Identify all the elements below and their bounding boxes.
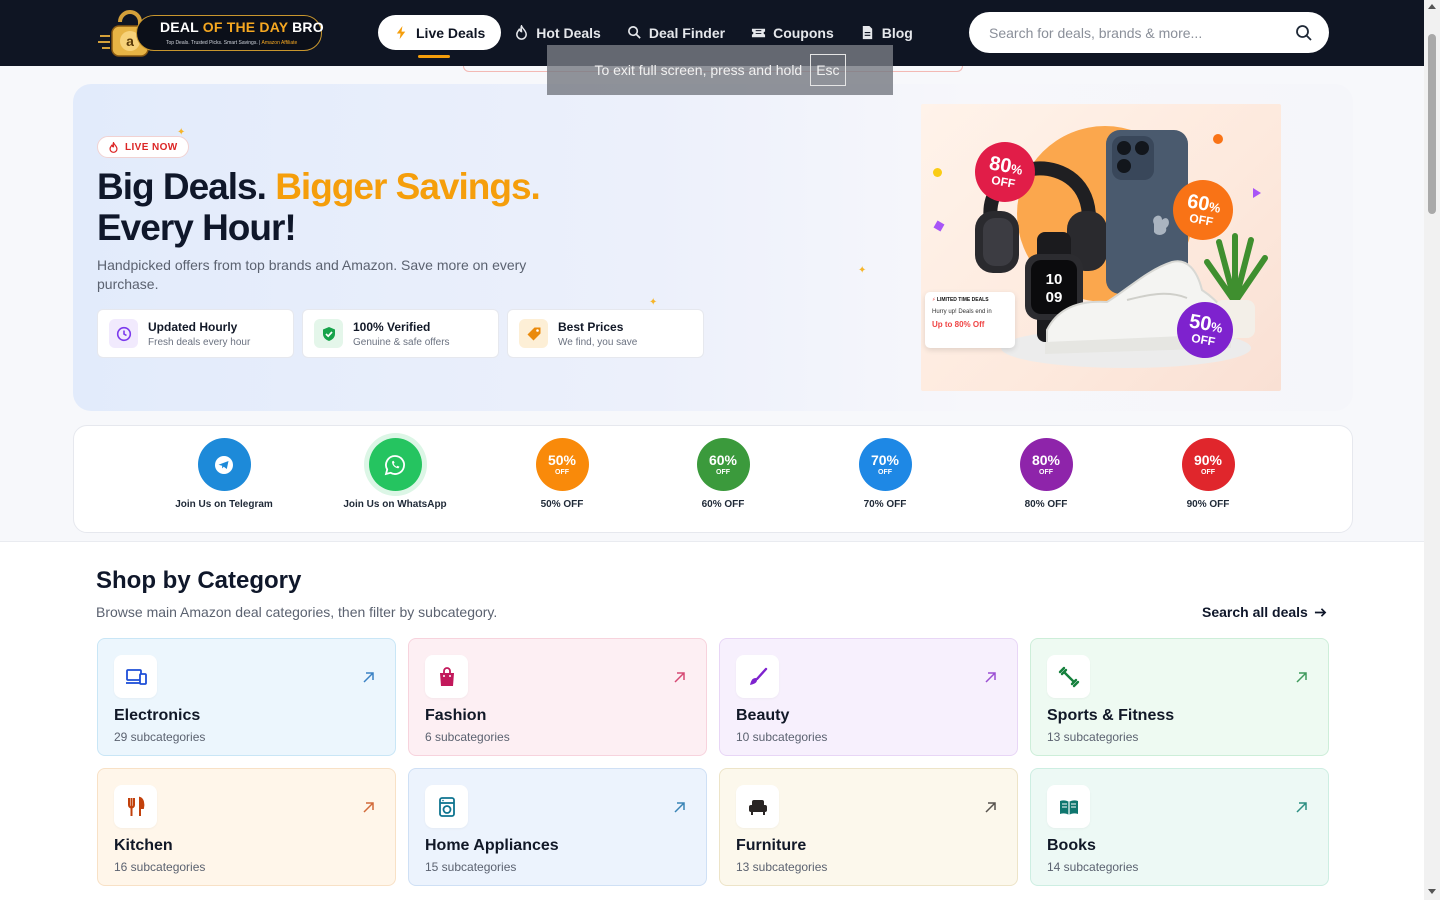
live-now-badge: LIVE NOW <box>97 136 189 158</box>
whatsapp-link[interactable]: Join Us on WhatsApp <box>340 438 450 511</box>
arrow-up-right-icon <box>363 672 374 683</box>
filter-50-off[interactable]: 50% OFF 50% OFF <box>507 438 617 511</box>
category-card-fashion[interactable]: Fashion 6 subcategories <box>408 638 707 756</box>
discount-badge: 50% OFF <box>535 438 589 491</box>
arrow-right-icon <box>1314 607 1327 617</box>
discount-badge: 80% OFF <box>1019 438 1073 491</box>
hero-banner: ✦ ✦ ✦ LIVE NOW Big Deals. Bigger Savings… <box>73 84 1353 411</box>
section-title: Shop by Category <box>96 567 302 594</box>
scrollbar-thumb[interactable] <box>1428 34 1436 214</box>
confetti-dot <box>933 168 942 177</box>
category-card-home-appliances[interactable]: Home Appliances 15 subcategories <box>408 768 707 886</box>
shopping-bag-icon <box>425 655 468 698</box>
esc-key-hint: Esc <box>810 54 846 86</box>
confetti-dot <box>933 220 945 232</box>
armchair-icon <box>736 785 779 828</box>
search-icon <box>627 26 641 39</box>
sparkle-icon: ✦ <box>858 265 867 276</box>
brush-icon <box>736 655 779 698</box>
quick-links-strip: Join Us on Telegram Join Us on WhatsApp … <box>73 425 1353 533</box>
arrow-up-right-icon <box>985 672 996 683</box>
page-scrollbar[interactable] <box>1424 0 1440 900</box>
scroll-down-arrow[interactable] <box>1428 889 1436 894</box>
clock-icon <box>109 319 138 348</box>
logo-tagline: Top Deals. Trusted Picks. Smart Savings.… <box>166 40 298 46</box>
feature-best-prices: Best Prices We find, you save <box>507 309 704 358</box>
search-all-deals-link[interactable]: Search all deals <box>1202 604 1327 620</box>
arrow-up-right-icon <box>363 802 374 813</box>
fullscreen-exit-toast: To exit full screen, press and hold Esc <box>547 45 893 95</box>
confetti-triangle <box>1253 188 1261 198</box>
svg-text:a: a <box>126 33 134 49</box>
discount-badge: 90% OFF <box>1181 438 1235 491</box>
telegram-icon <box>197 438 251 491</box>
telegram-link[interactable]: Join Us on Telegram <box>169 438 279 511</box>
bolt-icon <box>396 25 406 40</box>
hero-heading: Big Deals. Bigger Savings. Every Hour! <box>97 166 541 248</box>
ticket-icon <box>752 28 766 38</box>
arrow-up-right-icon <box>1296 672 1307 683</box>
scroll-up-arrow[interactable] <box>1428 4 1436 9</box>
sparkle-icon: ✦ <box>649 297 658 308</box>
filter-60-off[interactable]: 60% OFF 60% OFF <box>668 438 778 511</box>
site-logo[interactable]: a DEAL OF THE DAY BRO Top Deals. Trusted… <box>98 6 324 60</box>
feature-verified: 100% Verified Genuine & safe offers <box>302 309 499 358</box>
category-card-kitchen[interactable]: Kitchen 16 subcategories <box>97 768 396 886</box>
utensils-icon <box>114 785 157 828</box>
whatsapp-icon <box>368 438 422 491</box>
document-icon <box>862 25 872 40</box>
limited-time-card: ⚡ LIMITED TIME DEALS Hurry up! Deals end… <box>925 292 1015 348</box>
section-subtitle: Browse main Amazon deal categories, then… <box>96 604 498 620</box>
devices-icon <box>114 655 157 698</box>
search-input[interactable] <box>989 24 1295 41</box>
filter-70-off[interactable]: 70% OFF 70% OFF <box>830 438 940 511</box>
hero-product-image: 10 09 80% OFF 60% OFF 50% OFF ⚡ LIMITED <box>921 104 1281 391</box>
confetti-dot <box>1213 134 1223 144</box>
hero-subtitle: Handpicked offers from top brands and Am… <box>97 257 527 292</box>
dumbbell-icon <box>1047 655 1090 698</box>
hero-features: Updated Hourly Fresh deals every hour 10… <box>97 309 704 358</box>
book-icon <box>1047 785 1090 828</box>
fire-icon <box>109 141 118 153</box>
category-card-sports-fitness[interactable]: Sports & Fitness 13 subcategories <box>1030 638 1329 756</box>
tag-icon <box>519 319 548 348</box>
search-bar <box>969 12 1329 53</box>
category-card-books[interactable]: Books 14 subcategories <box>1030 768 1329 886</box>
arrow-up-right-icon <box>674 802 685 813</box>
shop-by-category-section: Shop by Category Browse main Amazon deal… <box>0 542 1424 900</box>
arrow-up-right-icon <box>674 672 685 683</box>
shield-check-icon <box>314 319 343 348</box>
filter-80-off[interactable]: 80% OFF 80% OFF <box>991 438 1101 511</box>
washer-icon <box>425 785 468 828</box>
category-card-beauty[interactable]: Beauty 10 subcategories <box>719 638 1018 756</box>
arrow-up-right-icon <box>985 802 996 813</box>
logo-title: DEAL OF THE DAY BRO <box>160 19 324 35</box>
filter-90-off[interactable]: 90% OFF 90% OFF <box>1153 438 1263 511</box>
feature-updated-hourly: Updated Hourly Fresh deals every hour <box>97 309 294 358</box>
category-card-furniture[interactable]: Furniture 13 subcategories <box>719 768 1018 886</box>
nav-live-deals[interactable]: Live Deals <box>378 15 502 58</box>
discount-badge: 60% OFF <box>696 438 750 491</box>
search-icon[interactable] <box>1295 24 1313 42</box>
category-card-electronics[interactable]: Electronics 29 subcategories <box>97 638 396 756</box>
arrow-up-right-icon <box>1296 802 1307 813</box>
discount-badge: 70% OFF <box>858 438 912 491</box>
fire-icon <box>516 25 528 40</box>
